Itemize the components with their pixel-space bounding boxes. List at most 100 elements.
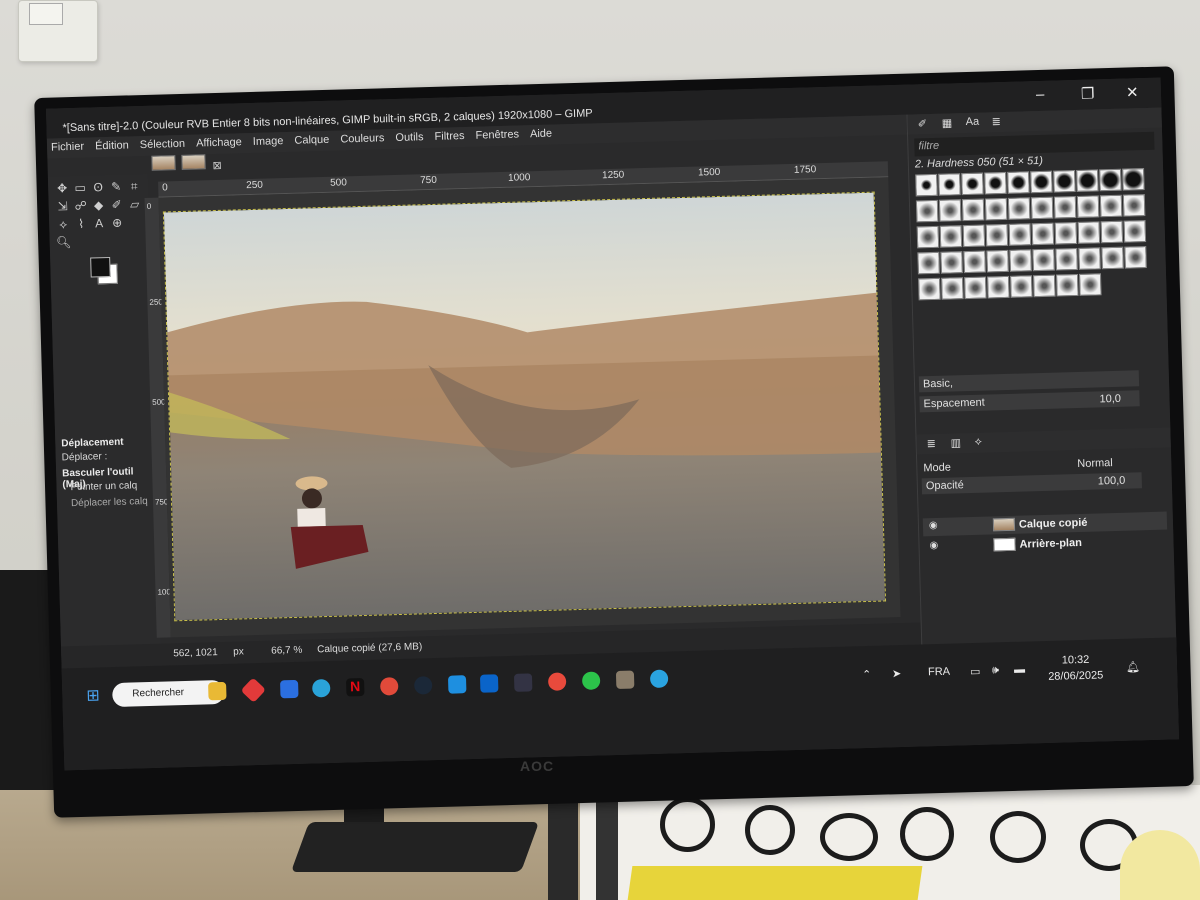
- unit-select[interactable]: px: [233, 646, 244, 657]
- clone-icon[interactable]: ⊕: [109, 215, 125, 231]
- file-explorer-icon[interactable]: [208, 681, 227, 701]
- brush-item[interactable]: [1053, 195, 1077, 219]
- brush-item[interactable]: [1099, 194, 1123, 218]
- brush-item[interactable]: [1007, 171, 1030, 194]
- brush-item[interactable]: [1009, 249, 1032, 272]
- netflix-icon[interactable]: N: [346, 678, 365, 697]
- mode-select[interactable]: Normal: [1077, 457, 1113, 470]
- input-language[interactable]: FRA: [928, 666, 950, 679]
- visibility-eye-icon[interactable]: ◉: [929, 540, 938, 551]
- brush-item[interactable]: [1077, 221, 1101, 244]
- crop-icon[interactable]: ⌗: [126, 178, 142, 194]
- paths-tab-icon[interactable]: ⟡: [974, 436, 982, 449]
- brush-item[interactable]: [1053, 169, 1076, 193]
- telegram-icon[interactable]: [649, 669, 669, 689]
- transform-icon[interactable]: ⇲: [54, 198, 70, 214]
- dropbox-icon[interactable]: [280, 679, 299, 699]
- menu-fenetres[interactable]: Fenêtres: [471, 125, 523, 144]
- location-icon[interactable]: ➤: [892, 667, 902, 680]
- app-red-icon[interactable]: [240, 677, 267, 703]
- network-icon[interactable]: ▭: [970, 665, 981, 678]
- move-tool-icon[interactable]: ✥: [54, 180, 70, 196]
- zoom-select[interactable]: 66,7 %: [271, 645, 302, 657]
- eraser-icon[interactable]: ▱: [126, 196, 142, 212]
- spacing-slider[interactable]: Espacement 10,0: [919, 390, 1140, 413]
- app-icon[interactable]: [379, 677, 399, 696]
- brush-item[interactable]: [939, 225, 963, 248]
- visibility-eye-icon[interactable]: ◉: [929, 520, 938, 531]
- brush-item[interactable]: [940, 251, 963, 274]
- brush-item[interactable]: [1054, 221, 1078, 245]
- option-move-active[interactable]: Déplacer les calq: [71, 496, 148, 509]
- image-tab-1[interactable]: [151, 155, 176, 171]
- brush-item[interactable]: [984, 171, 1007, 195]
- battery-icon[interactable]: ▬: [1014, 664, 1025, 676]
- brush-item[interactable]: [985, 223, 1009, 247]
- brush-item[interactable]: [964, 276, 987, 300]
- brush-item[interactable]: [938, 199, 962, 222]
- menu-filtres[interactable]: Filtres: [430, 127, 468, 146]
- brush-item[interactable]: [1033, 274, 1056, 298]
- menu-outils[interactable]: Outils: [391, 128, 428, 147]
- whatsapp-icon[interactable]: [581, 671, 601, 690]
- color-picker-icon[interactable]: ⌇: [73, 216, 89, 232]
- brush-grid[interactable]: [915, 168, 1159, 305]
- chrome-icon[interactable]: [547, 672, 567, 691]
- brush-item[interactable]: [1124, 246, 1147, 269]
- brush-item[interactable]: [1010, 275, 1033, 298]
- pattern-tab-icon[interactable]: ▦: [942, 116, 953, 129]
- close-button[interactable]: ✕: [1126, 83, 1139, 101]
- paintbrush-icon[interactable]: ✐: [108, 197, 124, 213]
- brush-item[interactable]: [1076, 169, 1099, 192]
- brush-item[interactable]: [941, 277, 964, 300]
- outlook-icon[interactable]: [479, 674, 499, 693]
- maximize-button[interactable]: ❐: [1081, 84, 1095, 102]
- channels-tab-icon[interactable]: ▥: [950, 436, 962, 449]
- app-icon[interactable]: [513, 673, 533, 692]
- text-tool-icon[interactable]: A: [91, 215, 107, 231]
- brush-item[interactable]: [1008, 223, 1032, 246]
- clock-date[interactable]: 28/06/2025: [1048, 669, 1103, 683]
- opacity-slider[interactable]: Opacité 100,0: [921, 472, 1143, 495]
- brush-item[interactable]: [915, 199, 939, 223]
- brush-item[interactable]: [961, 172, 984, 196]
- brush-filter-input[interactable]: filtre: [914, 131, 1155, 157]
- gimp-icon[interactable]: [615, 670, 635, 689]
- image-tab-2[interactable]: [181, 154, 207, 170]
- rect-select-icon[interactable]: ▭: [72, 180, 88, 196]
- notification-icon[interactable]: 🔔︎: [1126, 660, 1140, 673]
- option-pick-layer[interactable]: Pointer un calq: [70, 480, 137, 493]
- brush-item[interactable]: [1032, 248, 1055, 272]
- brush-item[interactable]: [987, 275, 1010, 299]
- history-tab-icon[interactable]: ≣: [992, 115, 1002, 128]
- brush-item[interactable]: [1078, 247, 1101, 270]
- brush-item[interactable]: [1030, 170, 1053, 194]
- brush-item[interactable]: [1101, 246, 1124, 270]
- layers-tab-icon[interactable]: ≣: [926, 437, 937, 450]
- brush-item[interactable]: [1078, 273, 1102, 296]
- brush-item[interactable]: [962, 224, 986, 248]
- brush-item[interactable]: [1099, 168, 1122, 192]
- menu-edition[interactable]: Édition: [91, 136, 133, 155]
- windows-start-icon[interactable]: ⊞: [86, 685, 100, 705]
- steam-icon[interactable]: [413, 676, 433, 695]
- brush-item[interactable]: [1007, 197, 1031, 220]
- warp-icon[interactable]: ☍: [72, 198, 88, 214]
- brush-item[interactable]: [1100, 220, 1124, 244]
- brush-tab-icon[interactable]: ✐: [918, 117, 928, 130]
- close-tab-icon[interactable]: ⊠: [212, 160, 222, 172]
- tray-chevron-icon[interactable]: ⌃: [862, 668, 872, 681]
- font-tab-icon[interactable]: Aa: [966, 116, 980, 128]
- brush-item[interactable]: [1056, 273, 1079, 297]
- onedrive-icon[interactable]: [447, 675, 467, 694]
- path-icon[interactable]: ⟡: [55, 216, 71, 232]
- brush-item[interactable]: [1123, 220, 1147, 243]
- image-canvas[interactable]: [158, 177, 901, 638]
- brush-item[interactable]: [963, 250, 986, 274]
- brush-item[interactable]: [1030, 196, 1054, 220]
- clock-time[interactable]: 10:32: [1062, 654, 1090, 667]
- brush-item[interactable]: [915, 173, 938, 197]
- brush-item[interactable]: [1122, 194, 1146, 217]
- minimize-button[interactable]: –: [1036, 86, 1045, 103]
- edge-icon[interactable]: [312, 678, 331, 698]
